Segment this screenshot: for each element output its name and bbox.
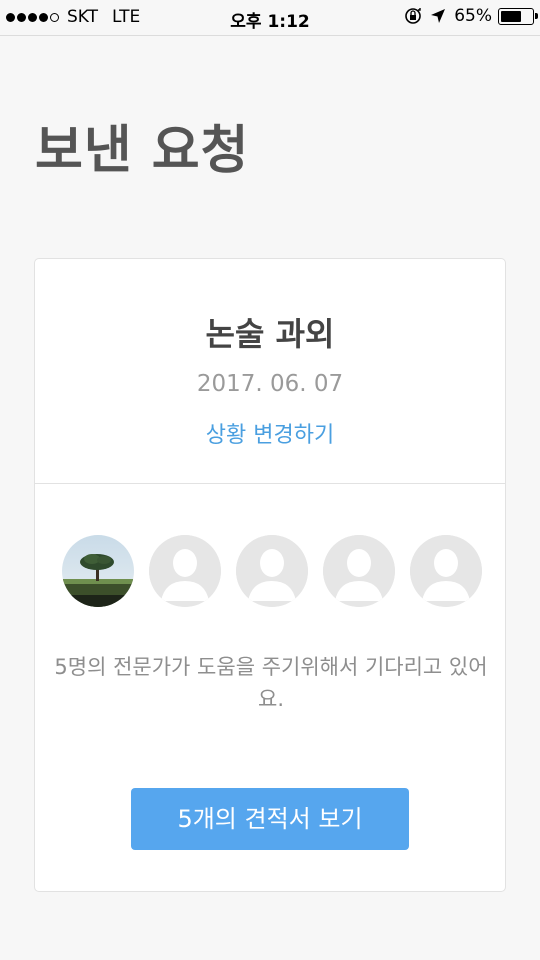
waiting-experts-message: 5명의 전문가가 도움을 주기위해서 기다리고 있어요. (54, 655, 488, 711)
status-right: 65% (404, 6, 538, 26)
rotation-lock-icon (404, 7, 422, 25)
default-avatar-icon (236, 535, 308, 607)
request-title: 논술 과외 (205, 315, 335, 353)
expert-avatar-placeholder[interactable] (410, 535, 482, 607)
default-avatar-icon (149, 535, 221, 607)
battery-icon (498, 7, 538, 25)
status-bar: SKT LTE 오후 1:12 65% (0, 0, 540, 36)
expert-avatars (62, 535, 482, 607)
default-avatar-icon (323, 535, 395, 607)
request-card-header: 논술 과외 2017. 06. 07 상황 변경하기 (35, 259, 505, 484)
expert-avatar-photo[interactable] (62, 535, 134, 607)
status-left: SKT LTE (6, 7, 140, 27)
request-date: 2017. 06. 07 (196, 371, 344, 397)
request-card: 논술 과외 2017. 06. 07 상황 변경하기 5명의 전문가가 도움을 … (34, 258, 506, 892)
expert-avatar-placeholder[interactable] (149, 535, 221, 607)
tree-landscape-photo (62, 535, 134, 607)
page-title: 보낸 요청 (35, 121, 250, 181)
default-avatar-icon (410, 535, 482, 607)
view-quotes-button[interactable]: 5개의 견적서 보기 (131, 788, 409, 850)
carrier-name: SKT (67, 7, 99, 27)
signal-dots-icon (6, 12, 61, 22)
network-type: LTE (112, 7, 141, 27)
expert-avatar-placeholder[interactable] (323, 535, 395, 607)
location-arrow-icon (430, 8, 446, 24)
change-status-link[interactable]: 상황 변경하기 (206, 417, 334, 449)
expert-avatar-placeholder[interactable] (236, 535, 308, 607)
battery-fill (501, 10, 521, 22)
battery-percent: 65% (454, 6, 492, 26)
